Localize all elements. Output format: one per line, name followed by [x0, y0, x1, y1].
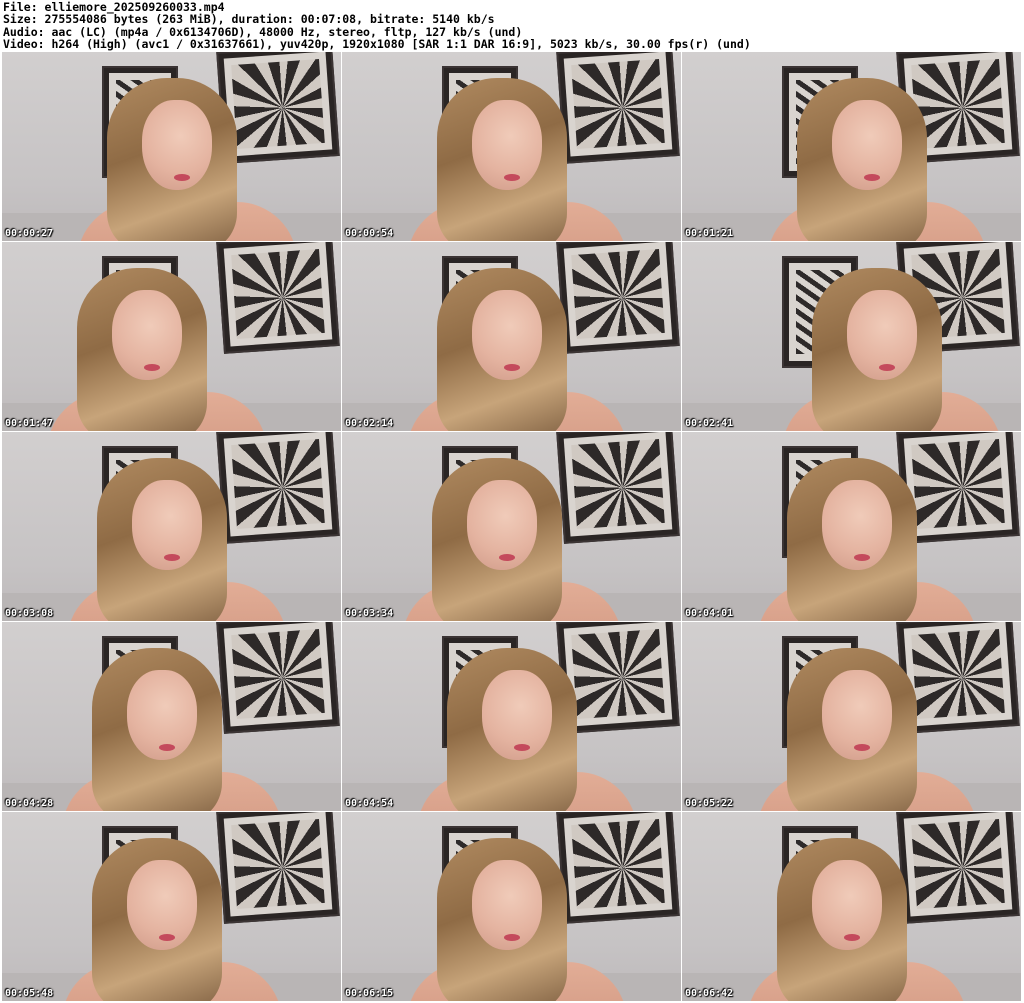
timestamp-label: 00:00:54: [345, 228, 394, 239]
video-thumbnail: 00:06:42: [682, 812, 1021, 1001]
artwork-frame-right: [556, 812, 680, 924]
lips: [864, 174, 880, 181]
video-thumbnail: 00:03:08: [2, 432, 341, 621]
video-thumbnail: 00:04:54: [342, 622, 681, 811]
lips: [144, 364, 160, 371]
timestamp-label: 00:04:28: [5, 798, 54, 809]
lips: [504, 934, 520, 941]
video-thumbnail: 00:06:15: [342, 812, 681, 1001]
artwork-frame-right: [556, 432, 680, 544]
timestamp-label: 00:01:21: [685, 228, 734, 239]
lips: [499, 554, 515, 561]
timestamp-label: 00:06:42: [685, 988, 734, 999]
lips: [854, 554, 870, 561]
lips: [174, 174, 190, 181]
lips: [159, 744, 175, 751]
artwork-frame-right: [896, 812, 1020, 924]
artwork-frame-right: [556, 242, 680, 354]
timestamp-label: 00:05:48: [5, 988, 54, 999]
lips: [164, 554, 180, 561]
artwork-frame-right: [556, 52, 680, 164]
file-info-header: File: elliemore_202509260033.mp4 Size: 2…: [3, 1, 751, 50]
artwork-frame-right: [216, 622, 340, 734]
lips: [879, 364, 895, 371]
timestamp-label: 00:04:01: [685, 608, 734, 619]
video-thumbnail: 00:05:22: [682, 622, 1021, 811]
video-thumbnail: 00:00:54: [342, 52, 681, 241]
video-thumbnail: 00:02:14: [342, 242, 681, 431]
timestamp-label: 00:06:15: [345, 988, 394, 999]
lips: [514, 744, 530, 751]
lips: [504, 364, 520, 371]
timestamp-label: 00:02:41: [685, 418, 734, 429]
video-thumbnail: 00:04:01: [682, 432, 1021, 621]
timestamp-label: 00:02:14: [345, 418, 394, 429]
lips: [854, 744, 870, 751]
lips: [844, 934, 860, 941]
timestamp-label: 00:05:22: [685, 798, 734, 809]
timestamp-label: 00:03:08: [5, 608, 54, 619]
size-line: Size: 275554086 bytes (263 MiB), duratio…: [3, 12, 495, 27]
video-thumbnail: 00:02:41: [682, 242, 1021, 431]
artwork-frame-right: [216, 242, 340, 354]
lips: [159, 934, 175, 941]
timestamp-label: 00:04:54: [345, 798, 394, 809]
timestamp-label: 00:03:34: [345, 608, 394, 619]
timestamp-label: 00:01:47: [5, 418, 54, 429]
video-thumbnail: 00:03:34: [342, 432, 681, 621]
artwork-frame-right: [216, 432, 340, 544]
video-line: Video: h264 (High) (avc1 / 0x31637661), …: [3, 36, 751, 51]
video-thumbnail: 00:04:28: [2, 622, 341, 811]
video-thumbnail: 00:01:47: [2, 242, 341, 431]
video-thumbnail: 00:05:48: [2, 812, 341, 1001]
video-thumbnail: 00:01:21: [682, 52, 1021, 241]
lips: [504, 174, 520, 181]
thumbnail-grid: 00:00:27 00:00:54 00:01:21 00:01:47 00:0…: [2, 52, 1022, 1002]
video-thumbnail: 00:00:27: [2, 52, 341, 241]
artwork-frame-right: [216, 812, 340, 924]
timestamp-label: 00:00:27: [5, 228, 54, 239]
